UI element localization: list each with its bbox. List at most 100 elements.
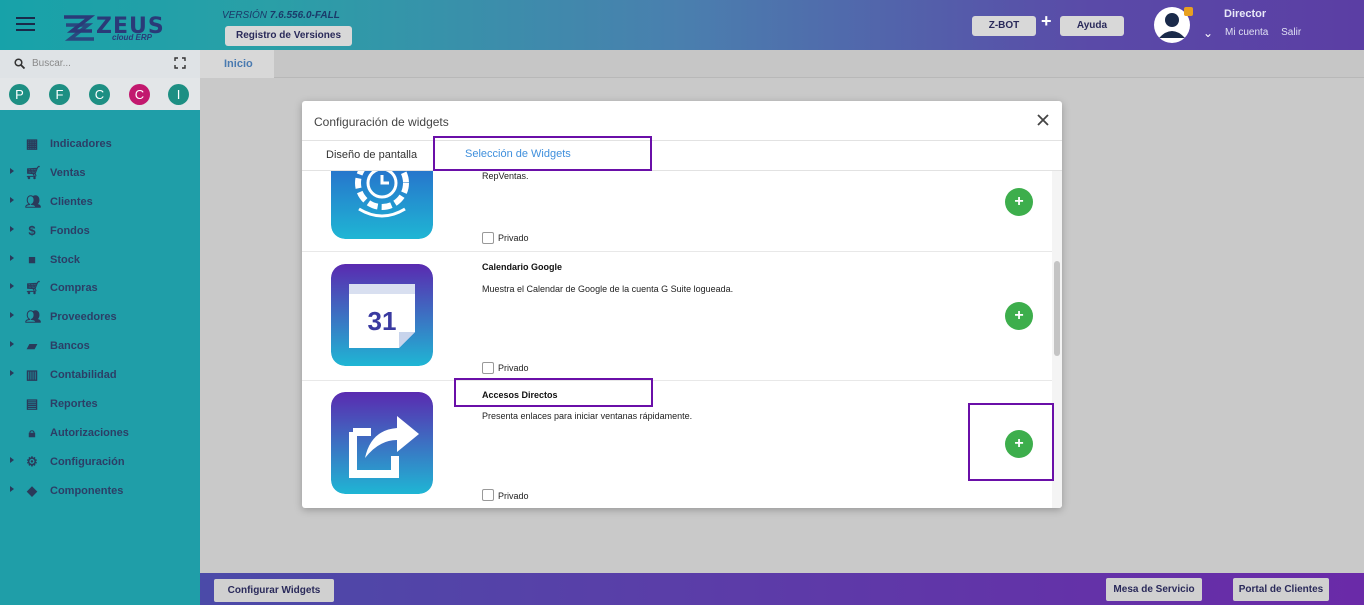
sidebar-item-label: Configuración [50,455,125,468]
list-item: 31 Calendario Google Muestra el Calendar… [302,253,1052,381]
account-link[interactable]: Mi cuenta [1225,27,1268,38]
modal-title: Configuración de widgets [314,115,449,129]
service-desk-button[interactable]: Mesa de Servicio [1106,578,1202,601]
people-icon: 👥︎ [25,309,42,325]
cart-icon: 🛒︎ [25,164,42,180]
widget-list: RepVentas. Privado + 31 Calendario Googl… [302,171,1062,508]
tab-inicio[interactable]: Inicio [200,50,274,78]
add-widget-button[interactable]: + [1005,302,1033,330]
search-icon [14,58,25,69]
quick-circle-c[interactable]: C [89,84,110,105]
sidebar-item-autorizaciones[interactable]: 🔒︎ Autorizaciones [0,419,200,448]
caret-right-icon [10,254,14,261]
caret-right-icon [10,485,14,492]
version-number: 7.6.556.0-FALL [269,10,340,21]
menu-icon[interactable] [16,17,35,31]
sidebar: Buscar... P F C C I ▦ Indicadores 🛒︎ Ven… [0,50,200,605]
sidebar-item-ventas[interactable]: 🛒︎ Ventas [0,159,200,188]
quick-circle-i[interactable]: I [168,84,189,105]
client-portal-button[interactable]: Portal de Clientes [1233,578,1329,601]
close-icon[interactable] [1035,112,1051,128]
lock-badge-icon [1184,7,1193,16]
quick-circle-f[interactable]: F [49,84,70,105]
configure-widgets-button[interactable]: Configurar Widgets [214,579,334,602]
caret-right-icon [10,283,14,290]
box-icon: ■ [28,251,36,267]
quick-access-bar: P F C C I [0,78,200,110]
highlight-box [433,136,652,171]
sidebar-nav: ▦ Indicadores 🛒︎ Ventas 👥︎ Clientes $ Fo… [0,130,200,506]
quick-circle-p[interactable]: P [9,84,30,105]
caret-right-icon [10,167,14,174]
sidebar-item-label: Componentes [50,484,124,497]
sidebar-item-bancos[interactable]: ▰ Bancos [0,332,200,361]
private-checkbox[interactable] [482,232,494,244]
zbot-button[interactable]: Z-BOT [972,16,1036,36]
sidebar-item-label: Fondos [50,224,90,237]
cart-add-icon: 🛒︎ [25,280,42,296]
book-icon: ▥ [25,367,39,383]
modal-tabs: Diseño de pantalla Selección de Widgets [302,141,1062,171]
briefcase-icon: ▰ [27,338,37,354]
widget-description: RepVentas. [482,171,529,181]
quick-circle-c-pink[interactable]: C [129,84,150,105]
version-label: VERSIÓN 7.6.556.0-FALL [222,10,340,21]
dollar-icon: $ [28,222,36,238]
sidebar-item-contabilidad[interactable]: ▥ Contabilidad [0,361,200,390]
tab-screen-layout[interactable]: Diseño de pantalla [326,149,417,161]
caret-right-icon [10,456,14,463]
sidebar-item-indicadores[interactable]: ▦ Indicadores [0,130,200,159]
sidebar-item-reportes[interactable]: ▤ Reportes [0,390,200,419]
sidebar-item-label: Stock [50,253,80,266]
share-arrow-icon [331,392,433,494]
sidebar-item-componentes[interactable]: ◆ Componentes [0,477,200,506]
lock-icon: 🔒︎ [28,424,36,440]
scrollbar-thumb[interactable] [1054,261,1060,356]
private-label: Privado [498,363,529,373]
versions-button[interactable]: Registro de Versiones [225,26,352,46]
widget-description: Muestra el Calendar de Google de la cuen… [482,284,734,294]
search-input[interactable]: Buscar... [32,58,71,69]
highlight-box [454,378,653,407]
user-name: Director [1224,8,1267,20]
caret-right-icon [10,196,14,203]
sidebar-search: Buscar... [0,50,200,78]
help-button[interactable]: Ayuda [1060,16,1124,36]
sidebar-item-compras[interactable]: 🛒︎ Compras [0,274,200,303]
caret-right-icon [10,370,14,377]
private-checkbox[interactable] [482,362,494,374]
sidebar-item-fondos[interactable]: $ Fondos [0,217,200,246]
widget-title: Calendario Google [482,262,563,272]
sidebar-item-configuracion[interactable]: ⚙ Configuración [0,448,200,477]
private-checkbox[interactable] [482,489,494,501]
sidebar-item-label: Ventas [50,166,86,179]
add-icon[interactable]: + [1041,11,1052,32]
highlight-box [968,403,1054,481]
sidebar-item-label: Reportes [50,398,98,411]
sidebar-item-label: Clientes [50,195,93,208]
list-item: Accesos Directos Presenta enlaces para i… [302,381,1052,508]
clock-gear-icon [331,171,433,239]
fullscreen-icon[interactable] [174,57,186,69]
sidebar-item-proveedores[interactable]: 👥︎ Proveedores [0,303,200,332]
sidebar-item-label: Compras [50,282,98,295]
sidebar-item-stock[interactable]: ■ Stock [0,246,200,275]
svg-text:31: 31 [368,306,397,336]
caret-right-icon [10,225,14,232]
footer-bar: Configurar Widgets Mesa de Servicio Port… [200,573,1364,605]
widget-config-modal: Configuración de widgets Diseño de panta… [302,101,1062,508]
tag-icon: ◆ [27,482,37,498]
sidebar-item-label: Indicadores [50,138,112,150]
sidebar-item-label: Contabilidad [50,369,117,382]
add-widget-button[interactable]: + [1005,188,1033,216]
sidebar-item-label: Autorizaciones [50,426,129,439]
private-label: Privado [498,491,529,501]
widget-description: Presenta enlaces para iniciar ventanas r… [482,411,693,421]
people-icon: 👥︎ [25,193,42,209]
chevron-down-icon[interactable]: ⌄ [1203,26,1213,40]
calendar-icon: 31 [331,264,433,366]
logout-link[interactable]: Salir [1281,27,1301,38]
sidebar-item-clientes[interactable]: 👥︎ Clientes [0,188,200,217]
report-icon: ▤ [25,396,39,412]
caret-right-icon [10,312,14,319]
